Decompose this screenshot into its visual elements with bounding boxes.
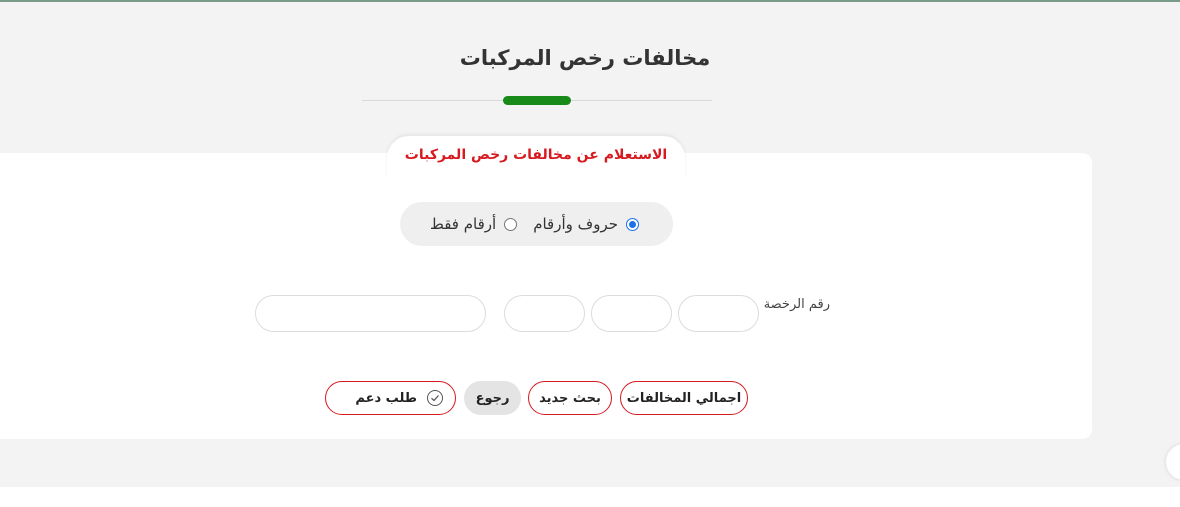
title-accent-bar [503,96,571,105]
page-title: مخالفات رخص المركبات [459,46,711,70]
radio-letters-numbers[interactable]: حروف وأرقام [533,215,639,233]
support-request-label: طلب دعم [355,390,417,406]
total-violations-button[interactable]: اجمالي المخالفات [620,381,748,415]
radio-numbers-only[interactable]: أرقام فقط [429,215,518,233]
plate-type-radio-group: حروف وأرقام أرقام فقط [400,202,673,246]
back-button[interactable]: رجوع [464,381,521,415]
top-accent-line [0,0,1180,2]
support-request-button[interactable]: طلب دعم [325,381,456,415]
radio-letters-numbers-label: حروف وأرقام [533,215,618,233]
card-title: الاستعلام عن مخالفات رخص المركبات [404,147,668,163]
plate-input-2[interactable] [591,295,672,332]
floating-chat-bubble[interactable] [1166,444,1180,480]
radio-checked-icon[interactable] [626,217,639,231]
radio-unchecked-icon[interactable] [504,217,518,231]
plate-input-1[interactable] [678,295,759,332]
plate-input-3[interactable] [504,295,585,332]
radio-numbers-only-label: أرقام فقط [429,215,497,233]
new-search-button[interactable]: بحث جديد [528,381,612,415]
footer-band [0,487,1180,507]
check-circle-icon [427,390,443,406]
plate-input-4[interactable] [255,295,486,332]
